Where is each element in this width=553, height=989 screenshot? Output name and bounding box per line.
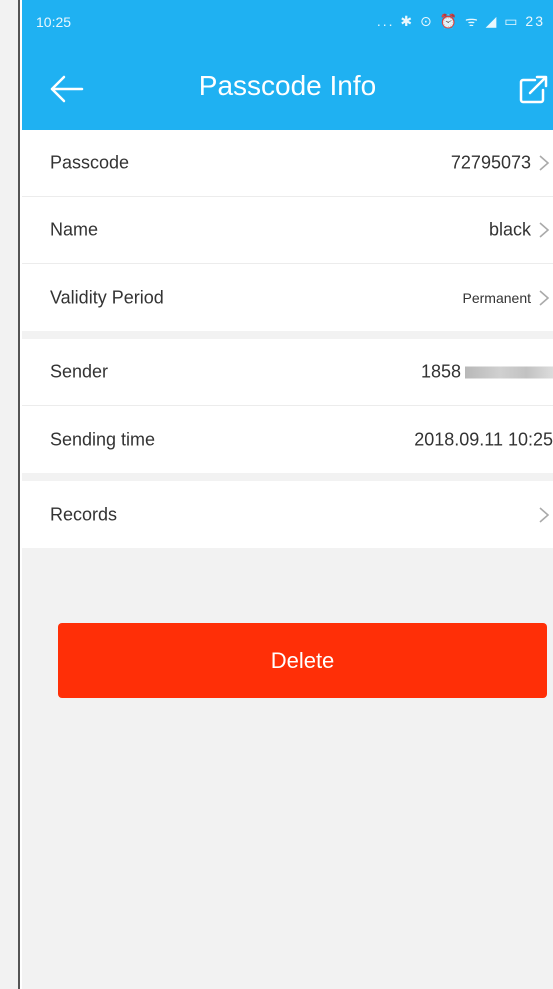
masked-number	[465, 366, 553, 379]
status-bar: 10:25 ... ✱ ⊙ ⏰ ᯤ ◢ ▭ 23	[22, 0, 553, 40]
app-header: 10:25 ... ✱ ⊙ ⏰ ᯤ ◢ ▭ 23 Passcode Info	[22, 0, 553, 130]
records-row[interactable]: Records	[22, 481, 553, 548]
name-label: Name	[50, 219, 99, 240]
edit-share-icon[interactable]	[513, 72, 553, 108]
passcode-group: Passcode 72795073 Name black Validity Pe…	[22, 130, 553, 331]
records-label: Records	[50, 504, 118, 524]
section-gap	[22, 331, 553, 339]
chevron-right-icon	[539, 506, 550, 523]
validity-period-row[interactable]: Validity Period Permanent	[22, 264, 553, 331]
sender-group: Sender 1858 Sending time 2018.09.11 10:2…	[22, 339, 553, 473]
sending-time-label: Sending time	[50, 429, 156, 449]
sender-value: 1858	[420, 361, 461, 382]
page-title: Passcode Info	[198, 70, 377, 101]
passcode-value: 72795073	[450, 152, 531, 173]
section-gap	[22, 473, 553, 481]
validity-period-value: Permanent	[462, 289, 531, 306]
name-value: black	[488, 219, 531, 240]
name-row[interactable]: Name black	[22, 197, 553, 264]
records-group: Records	[22, 481, 553, 548]
sender-value-wrap: 1858	[421, 362, 553, 383]
passcode-row[interactable]: Passcode 72795073	[22, 130, 553, 197]
validity-period-label: Validity Period	[50, 287, 164, 307]
delete-button[interactable]: Delete	[58, 623, 547, 698]
status-icons: ... ✱ ⊙ ⏰ ᯤ ◢ ▭ 23	[376, 13, 545, 29]
chevron-right-icon	[539, 222, 550, 238]
app-screen: 10:25 ... ✱ ⊙ ⏰ ᯤ ◢ ▭ 23 Passcode Info P…	[22, 0, 553, 989]
device-frame-edge	[0, 0, 20, 989]
status-time: 10:25	[36, 14, 72, 30]
chevron-right-icon	[539, 289, 550, 306]
sender-row: Sender 1858	[22, 339, 553, 406]
sending-time-value: 2018.09.11 10:25	[414, 429, 553, 449]
chevron-right-icon	[539, 155, 550, 171]
passcode-label: Passcode	[50, 152, 130, 173]
passcode-info-list: Passcode 72795073 Name black Validity Pe…	[22, 130, 553, 548]
sender-label: Sender	[50, 361, 109, 382]
sending-time-row: Sending time 2018.09.11 10:25	[22, 406, 553, 473]
